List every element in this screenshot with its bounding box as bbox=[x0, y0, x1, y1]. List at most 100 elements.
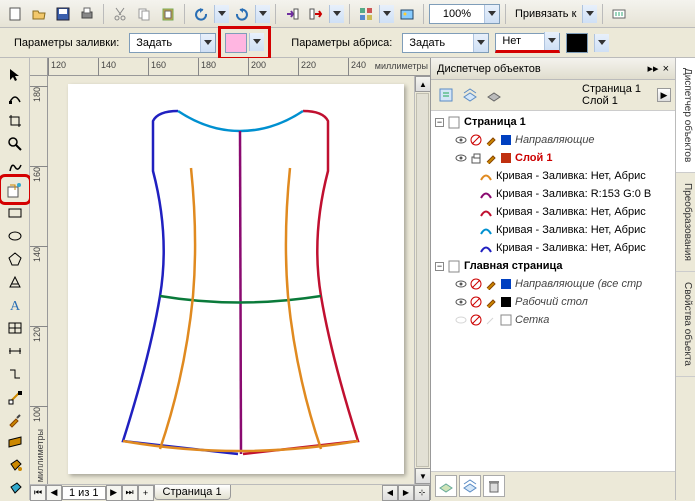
zoom-input[interactable] bbox=[430, 8, 484, 20]
new-layer-button[interactable] bbox=[435, 475, 457, 497]
show-properties-button[interactable] bbox=[435, 84, 457, 106]
app-launcher-dropdown[interactable] bbox=[379, 5, 394, 23]
cut-button[interactable] bbox=[109, 3, 131, 25]
options-button[interactable] bbox=[608, 3, 630, 25]
scroll-left-button[interactable]: ◀ bbox=[382, 485, 398, 501]
canvas-viewport[interactable] bbox=[48, 76, 414, 484]
main-toolbar: Привязать к bbox=[0, 0, 695, 28]
zoom-tool[interactable] bbox=[3, 133, 27, 154]
export-button[interactable] bbox=[305, 3, 327, 25]
tree-curve[interactable]: Кривая - Заливка: Нет, Абрис bbox=[431, 239, 675, 257]
dimension-tool[interactable] bbox=[3, 341, 27, 362]
text-tool[interactable]: A bbox=[3, 294, 27, 315]
tree-layer1[interactable]: Слой 1 bbox=[431, 149, 675, 167]
canvas-area: 120 140 160 180 200 220 240 миллиметры 1… bbox=[30, 58, 430, 500]
prev-page-button[interactable]: ◀ bbox=[46, 485, 62, 501]
scroll-up-button[interactable]: ▲ bbox=[415, 76, 431, 92]
panel-close-button[interactable]: × bbox=[663, 63, 669, 75]
panel-bottom-thumbs bbox=[431, 471, 675, 500]
panel-menu-button[interactable]: ▶ bbox=[657, 88, 671, 102]
outline-color-dropdown[interactable] bbox=[594, 34, 609, 52]
welcome-button[interactable] bbox=[396, 3, 418, 25]
fill-color-swatch[interactable] bbox=[225, 33, 247, 53]
eyedropper-tool[interactable] bbox=[3, 410, 27, 431]
layer-manager-view-button[interactable] bbox=[483, 84, 505, 106]
freehand-tool[interactable] bbox=[3, 156, 27, 177]
outline-width-combo[interactable]: Нет bbox=[495, 33, 560, 53]
delete-layer-button[interactable] bbox=[483, 475, 505, 497]
redo-dropdown[interactable] bbox=[255, 5, 270, 23]
tree-curve[interactable]: Кривая - Заливка: Нет, Абрис bbox=[431, 221, 675, 239]
tree-curve[interactable]: Кривая - Заливка: Нет, Абрис bbox=[431, 167, 675, 185]
tree-desktop[interactable]: Рабочий стол bbox=[431, 293, 675, 311]
tree-master-guides[interactable]: Направляющие (все стр bbox=[431, 275, 675, 293]
outline-color-swatch[interactable] bbox=[566, 33, 588, 53]
connector-tool[interactable] bbox=[3, 364, 27, 385]
export-dropdown[interactable] bbox=[329, 5, 344, 23]
scroll-right-button[interactable]: ▶ bbox=[398, 485, 414, 501]
vertical-ruler[interactable]: 180 160 140 120 100 миллиметры bbox=[30, 76, 48, 484]
add-page-button[interactable]: + bbox=[138, 485, 154, 501]
redo-button[interactable] bbox=[231, 3, 253, 25]
property-bar: Параметры заливки: Задать Параметры абри… bbox=[0, 28, 695, 58]
panel-title: Диспетчер объектов bbox=[437, 63, 644, 75]
polygon-tool[interactable] bbox=[3, 248, 27, 269]
undo-button[interactable] bbox=[190, 3, 212, 25]
object-tree[interactable]: − Страница 1 Направляющие Слой 1 Кри bbox=[431, 111, 675, 471]
table-tool[interactable] bbox=[3, 318, 27, 339]
drawing-content bbox=[48, 76, 414, 476]
panel-current-info: Страница 1 Слой 1 bbox=[582, 83, 655, 107]
ruler-origin[interactable] bbox=[30, 58, 48, 76]
new-master-layer-button[interactable] bbox=[459, 475, 481, 497]
open-file-button[interactable] bbox=[28, 3, 50, 25]
panel-toolbar: Страница 1 Слой 1 ▶ bbox=[431, 80, 675, 111]
tree-page-node[interactable]: − Страница 1 bbox=[431, 113, 675, 131]
interactive-fill-tool[interactable] bbox=[3, 479, 27, 500]
new-file-button[interactable] bbox=[4, 3, 26, 25]
tab-object-manager[interactable]: Диспетчер объектов bbox=[676, 58, 695, 173]
panel-expand-button[interactable]: ▸▸ bbox=[648, 62, 659, 75]
basic-shapes-tool[interactable] bbox=[3, 271, 27, 292]
tree-grid[interactable]: Сетка bbox=[431, 311, 675, 329]
outline-params-label: Параметры абриса: bbox=[287, 37, 396, 49]
fill-params-combo[interactable]: Задать bbox=[129, 33, 216, 53]
vertical-scrollbar[interactable]: ▲ ▼ bbox=[414, 76, 430, 484]
tree-guides-layer[interactable]: Направляющие bbox=[431, 131, 675, 149]
content-area: A 120 140 160 180 200 220 240 миллиметры bbox=[0, 58, 695, 500]
navigator-button[interactable]: ⊹ bbox=[414, 485, 430, 501]
edit-across-layers-button[interactable] bbox=[459, 84, 481, 106]
shape-tool[interactable] bbox=[3, 87, 27, 108]
next-page-button[interactable]: ▶ bbox=[106, 485, 122, 501]
tree-master-page[interactable]: − Главная страница bbox=[431, 257, 675, 275]
tab-object-properties[interactable]: Свойства объекта bbox=[676, 272, 695, 377]
page-tab[interactable]: Страница 1 bbox=[154, 485, 231, 500]
page-indicator: 1 из 1 bbox=[62, 486, 106, 500]
crop-tool[interactable] bbox=[3, 110, 27, 131]
import-button[interactable] bbox=[281, 3, 303, 25]
paste-button[interactable] bbox=[157, 3, 179, 25]
snap-to-dropdown[interactable] bbox=[582, 5, 597, 23]
outline-params-combo[interactable]: Задать bbox=[402, 33, 489, 53]
save-button[interactable] bbox=[52, 3, 74, 25]
app-launcher-button[interactable] bbox=[355, 3, 377, 25]
tree-curve[interactable]: Кривая - Заливка: R:153 G:0 B bbox=[431, 185, 675, 203]
interactive-tool[interactable] bbox=[3, 387, 27, 408]
horizontal-ruler[interactable]: 120 140 160 180 200 220 240 миллиметры bbox=[48, 58, 430, 76]
undo-dropdown[interactable] bbox=[214, 5, 229, 23]
ellipse-tool[interactable] bbox=[3, 225, 27, 246]
page-navigator: ⏮ ◀ 1 из 1 ▶ ⏭ + Страница 1 ◀ ▶ ⊹ bbox=[30, 484, 430, 500]
zoom-level-combo[interactable] bbox=[429, 4, 500, 24]
last-page-button[interactable]: ⏭ bbox=[122, 485, 138, 501]
tab-transformations[interactable]: Преобразования bbox=[676, 173, 695, 272]
tree-curve[interactable]: Кривая - Заливка: Нет, Абрис bbox=[431, 203, 675, 221]
print-button[interactable] bbox=[76, 3, 98, 25]
smart-fill-tool[interactable] bbox=[3, 179, 27, 200]
copy-button[interactable] bbox=[133, 3, 155, 25]
outline-tool[interactable] bbox=[3, 433, 27, 454]
rectangle-tool[interactable] bbox=[3, 202, 27, 223]
scroll-down-button[interactable]: ▼ bbox=[415, 468, 431, 484]
fill-tool[interactable] bbox=[3, 456, 27, 477]
pick-tool[interactable] bbox=[3, 64, 27, 85]
first-page-button[interactable]: ⏮ bbox=[30, 485, 46, 501]
fill-color-dropdown[interactable] bbox=[249, 33, 264, 51]
